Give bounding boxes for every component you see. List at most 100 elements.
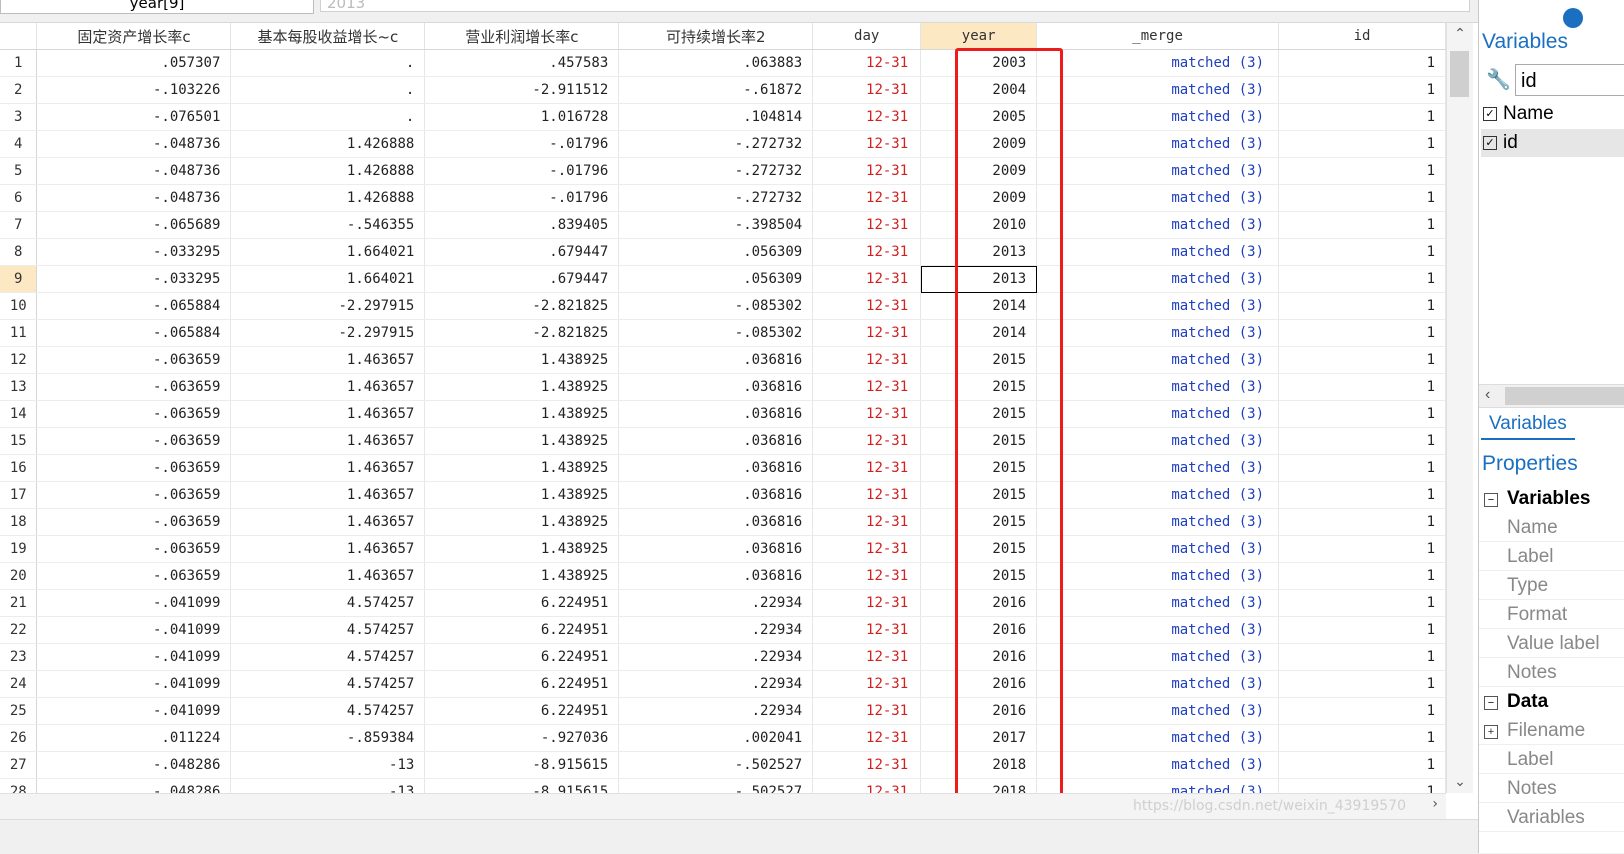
cell-c1[interactable]: -.048736 — [36, 130, 232, 158]
cell-merge[interactable]: matched (3) — [1036, 778, 1280, 793]
cell-year[interactable]: 2015 — [920, 562, 1038, 590]
row-number[interactable]: 2 — [0, 76, 38, 104]
cell-c4[interactable]: -.502527 — [618, 778, 814, 793]
cell-c4[interactable]: .036816 — [618, 508, 814, 536]
cell-c2[interactable]: 1.426888 — [230, 184, 426, 212]
property-row[interactable]: Name — [1479, 514, 1624, 542]
cell-c1[interactable]: -.041099 — [36, 670, 232, 698]
cell-c1[interactable]: -.063659 — [36, 535, 232, 563]
cell-c3[interactable]: 6.224951 — [424, 589, 620, 617]
cell-day[interactable]: 12-31 — [812, 616, 922, 644]
cell-year[interactable]: 2013 — [920, 238, 1038, 266]
cell-c4[interactable]: -.61872 — [618, 76, 814, 104]
cell-c4[interactable]: -.272732 — [618, 184, 814, 212]
cell-merge[interactable]: matched (3) — [1036, 751, 1280, 779]
cell-merge[interactable]: matched (3) — [1036, 697, 1280, 725]
panel-scroll-thumb[interactable] — [1505, 387, 1624, 405]
property-row[interactable]: Value label — [1479, 630, 1624, 658]
cell-id[interactable]: 1 — [1278, 238, 1446, 266]
row-number[interactable]: 6 — [0, 184, 38, 212]
row-number[interactable]: 11 — [0, 319, 38, 347]
column-header-c4[interactable]: 可持续增长率2 — [618, 23, 814, 50]
cell-merge[interactable]: matched (3) — [1036, 346, 1280, 374]
cell-year[interactable]: 2014 — [920, 292, 1038, 320]
table-row[interactable]: 13 -.063659 1.463657 1.438925.036816 12-31 20… — [0, 373, 1446, 401]
property-row[interactable]: Type — [1479, 572, 1624, 600]
cell-c3[interactable]: -2.911512 — [424, 76, 620, 104]
row-number[interactable]: 26 — [0, 724, 38, 752]
table-row[interactable]: 10 -.065884 -2.297915 -2.821825 -.085302 12-3… — [0, 292, 1446, 320]
row-number[interactable]: 5 — [0, 157, 38, 185]
cell-year[interactable]: 2015 — [920, 454, 1038, 482]
table-row[interactable]: 28 -.048286 -13 -8.915615 -.502527 12-31 2018 m… — [0, 778, 1446, 793]
cell-id[interactable]: 1 — [1278, 130, 1446, 158]
cell-year[interactable]: 2015 — [920, 535, 1038, 563]
collapse-icon[interactable]: − — [1484, 696, 1498, 710]
table-row[interactable]: 11 -.065884 -2.297915 -2.821825 -.085302 12-3… — [0, 319, 1446, 347]
row-number[interactable]: 22 — [0, 616, 38, 644]
cell-year[interactable]: 2015 — [920, 373, 1038, 401]
row-number[interactable]: 20 — [0, 562, 38, 590]
cell-c3[interactable]: -2.821825 — [424, 319, 620, 347]
row-number[interactable]: 12 — [0, 346, 38, 374]
cell-year[interactable]: 2015 — [920, 508, 1038, 536]
table-row[interactable]: 22 -.041099 4.574257 6.224951.22934 12-31 201… — [0, 616, 1446, 644]
cell-c1[interactable]: -.041099 — [36, 589, 232, 617]
cell-merge[interactable]: matched (3) — [1036, 265, 1280, 293]
expand-icon[interactable]: + — [1484, 725, 1498, 739]
variable-item-id[interactable]: ✓ id — [1481, 129, 1624, 157]
cell-id[interactable]: 1 — [1278, 508, 1446, 536]
cell-id[interactable]: 1 — [1278, 319, 1446, 347]
cell-c4[interactable]: .22934 — [618, 589, 814, 617]
scroll-thumb[interactable] — [1450, 51, 1469, 97]
cell-merge[interactable]: matched (3) — [1036, 454, 1280, 482]
cell-id[interactable]: 1 — [1278, 346, 1446, 374]
property-row[interactable]: Label — [1479, 746, 1624, 774]
row-number[interactable]: 7 — [0, 211, 38, 239]
cell-c2[interactable]: 1.664021 — [230, 265, 426, 293]
collapse-icon[interactable]: − — [1484, 493, 1498, 507]
cell-day[interactable]: 12-31 — [812, 373, 922, 401]
table-row[interactable]: 18 -.063659 1.463657 1.438925.036816 12-31 20… — [0, 508, 1446, 536]
cell-year[interactable]: 2014 — [920, 319, 1038, 347]
checkbox-icon[interactable]: ✓ — [1483, 106, 1497, 121]
table-row[interactable]: 20 -.063659 1.463657 1.438925.036816 12-31 20… — [0, 562, 1446, 590]
cell-year[interactable]: 2013 — [920, 265, 1038, 293]
cell-c2[interactable]: 1.463657 — [230, 562, 426, 590]
cell-merge[interactable]: matched (3) — [1036, 724, 1280, 752]
cell-day[interactable]: 12-31 — [812, 562, 922, 590]
cell-merge[interactable]: matched (3) — [1036, 211, 1280, 239]
cell-c3[interactable]: -.927036 — [424, 724, 620, 752]
cell-c2[interactable]: -2.297915 — [230, 292, 426, 320]
cell-merge[interactable]: matched (3) — [1036, 562, 1280, 590]
cell-c1[interactable]: -.065689 — [36, 211, 232, 239]
row-number[interactable]: 25 — [0, 697, 38, 725]
cell-day[interactable]: 12-31 — [812, 724, 922, 752]
table-row[interactable]: 12 -.063659 1.463657 1.438925.036816 12-31 20… — [0, 346, 1446, 374]
row-number[interactable]: 18 — [0, 508, 38, 536]
table-row[interactable]: 25 -.041099 4.574257 6.224951.22934 12-31 201… — [0, 697, 1446, 725]
cell-id[interactable]: 1 — [1278, 751, 1446, 779]
row-number[interactable]: 24 — [0, 670, 38, 698]
cell-id[interactable]: 1 — [1278, 427, 1446, 455]
cell-c2[interactable]: -.546355 — [230, 211, 426, 239]
section-variables[interactable]: − Variables — [1479, 485, 1624, 513]
cell-merge[interactable]: matched (3) — [1036, 400, 1280, 428]
cell-year[interactable]: 2016 — [920, 616, 1038, 644]
table-row[interactable]: 4 -.048736 1.426888 -.01796 -.272732 12-31 200… — [0, 130, 1446, 158]
cell-c2[interactable]: 4.574257 — [230, 643, 426, 671]
cell-c1[interactable]: -.041099 — [36, 643, 232, 671]
cell-c4[interactable]: -.398504 — [618, 211, 814, 239]
column-header-day[interactable]: day — [812, 23, 922, 50]
cell-c4[interactable]: .063883 — [618, 49, 814, 77]
cell-c1[interactable]: -.048286 — [36, 751, 232, 779]
cell-c4[interactable]: .056309 — [618, 265, 814, 293]
column-header-id[interactable]: id — [1278, 23, 1446, 50]
column-header-c2[interactable]: 基本每股收益增长~c — [230, 23, 426, 50]
cell-c1[interactable]: .057307 — [36, 49, 232, 77]
cell-day[interactable]: 12-31 — [812, 184, 922, 212]
cell-year[interactable]: 2009 — [920, 184, 1038, 212]
row-number[interactable]: 19 — [0, 535, 38, 563]
cell-c4[interactable]: .036816 — [618, 427, 814, 455]
cell-id[interactable]: 1 — [1278, 265, 1446, 293]
